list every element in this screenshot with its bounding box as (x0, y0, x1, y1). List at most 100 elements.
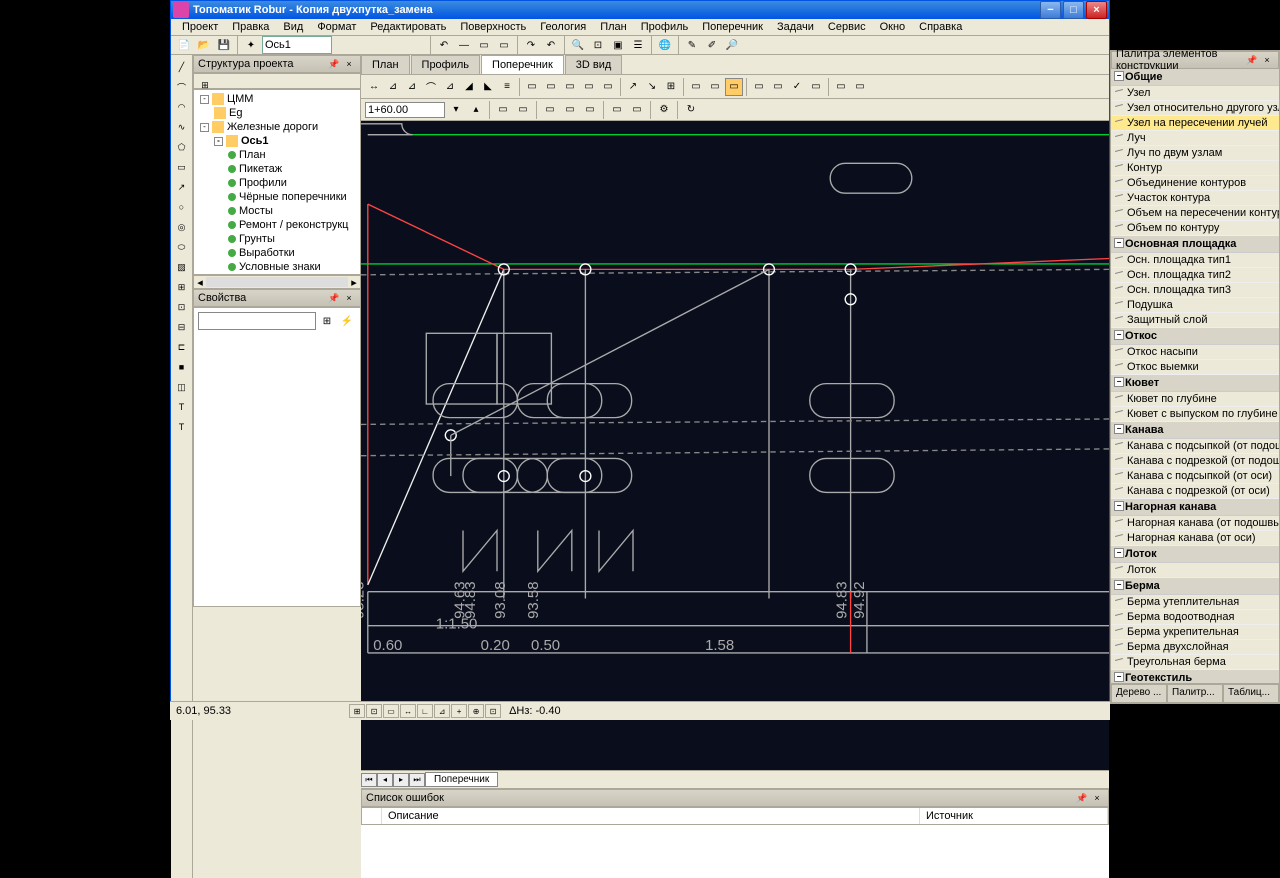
vtb4-icon[interactable]: ▭ (561, 101, 579, 119)
redo-icon[interactable]: ― (455, 36, 473, 54)
tree-node[interactable]: -ЦММ (196, 92, 358, 106)
menu-Формат[interactable]: Формат (310, 19, 363, 35)
edit-icon[interactable]: ✎ (683, 36, 701, 54)
tree-scrollbar[interactable]: ◂ ▸ (193, 275, 361, 289)
palette-group[interactable]: Откос (1111, 328, 1279, 345)
palette-item[interactable]: Канава с подрезкой (от подошвы) (1111, 454, 1279, 469)
tree-node[interactable]: Условные знаки (196, 260, 358, 274)
palette-item[interactable]: Берма двухслойная (1111, 640, 1279, 655)
palette-item[interactable]: Нагорная канава (от оси) (1111, 531, 1279, 546)
vt2-icon[interactable]: ⊿ (384, 78, 402, 96)
view-tab-Профиль[interactable]: Профиль (411, 55, 481, 74)
sb8-icon[interactable]: ⊕ (468, 704, 484, 718)
vt22-icon[interactable]: ✓ (788, 78, 806, 96)
sb3-icon[interactable]: ▭ (383, 704, 399, 718)
vt5-icon[interactable]: ⊿ (441, 78, 459, 96)
view-tab-Поперечник[interactable]: Поперечник (481, 55, 564, 74)
spline-icon[interactable]: ∿ (173, 118, 191, 136)
vt14-icon[interactable]: ↗ (624, 78, 642, 96)
pin-icon[interactable]: 📌 (327, 57, 341, 71)
palette-group[interactable]: Берма (1111, 578, 1279, 595)
vtb8-icon[interactable]: ⚙ (655, 101, 673, 119)
snap2-icon[interactable]: ⊡ (173, 298, 191, 316)
palette-item[interactable]: Кювет с выпуском по глубине (1111, 407, 1279, 422)
vtb5-icon[interactable]: ▭ (581, 101, 599, 119)
tree-node[interactable]: Пикетаж (196, 162, 358, 176)
vt12-icon[interactable]: ▭ (580, 78, 598, 96)
vtb1-icon[interactable]: ▭ (494, 101, 512, 119)
pin3-icon[interactable]: 📌 (1075, 791, 1089, 805)
tree-node[interactable]: -Ось1 (196, 134, 358, 148)
vt11-icon[interactable]: ▭ (561, 78, 579, 96)
palette-item[interactable]: Кювет по глубине (1111, 392, 1279, 407)
palette-item[interactable]: Объединение контуров (1111, 176, 1279, 191)
ellipse-icon[interactable]: ⬭ (173, 238, 191, 256)
path-icon[interactable]: ↗ (173, 178, 191, 196)
target-icon[interactable]: ◎ (173, 218, 191, 236)
titlebar[interactable]: Топоматик Robur - Копия двухпутка_замена… (171, 1, 1109, 19)
close-panel2-icon[interactable]: × (342, 291, 356, 305)
tree-node[interactable]: -Железные дороги (196, 120, 358, 134)
text-icon[interactable]: T (173, 398, 191, 416)
vt25-icon[interactable]: ▭ (851, 78, 869, 96)
vt4-icon[interactable]: ⌒ (422, 78, 440, 96)
close-panel3-icon[interactable]: × (1090, 791, 1104, 805)
palette-item[interactable]: Откос насыпи (1111, 345, 1279, 360)
sb2-icon[interactable]: ⊡ (366, 704, 382, 718)
palette-item[interactable]: Осн. площадка тип2 (1111, 268, 1279, 283)
menu-Задачи[interactable]: Задачи (770, 19, 821, 35)
palette-item[interactable]: Узел на пересечении лучей (1111, 116, 1279, 131)
pin4-icon[interactable]: 📌 (1245, 53, 1259, 67)
sb9-icon[interactable]: ⊡ (485, 704, 501, 718)
pk-drop-icon[interactable]: ▾ (447, 101, 465, 119)
pin2-icon[interactable]: 📌 (327, 291, 341, 305)
tree-node[interactable]: Мосты (196, 204, 358, 218)
vt23-icon[interactable]: ▭ (807, 78, 825, 96)
vtb3-icon[interactable]: ▭ (541, 101, 559, 119)
vt20-icon[interactable]: ▭ (750, 78, 768, 96)
menu-Проект[interactable]: Проект (175, 19, 225, 35)
edit2-icon[interactable]: ✐ (703, 36, 721, 54)
cross-section-canvas[interactable]: 95.23 94.63 94.83 93.08 93.58 94.83 94.9… (361, 121, 1109, 770)
zoom-icon[interactable]: 🔍 (569, 36, 587, 54)
vt16-icon[interactable]: ⊞ (662, 78, 680, 96)
mtext-icon[interactable]: T (173, 418, 191, 436)
close-panel4-icon[interactable]: × (1260, 53, 1274, 67)
vt7-icon[interactable]: ◣ (479, 78, 497, 96)
close-button[interactable]: × (1086, 1, 1107, 19)
vt15-icon[interactable]: ↘ (643, 78, 661, 96)
line-icon[interactable]: ╱ (173, 58, 191, 76)
tree-node[interactable]: Грунты (196, 232, 358, 246)
palette-item[interactable]: Объем по контуру (1111, 221, 1279, 236)
vtb7-icon[interactable]: ▭ (628, 101, 646, 119)
palette-group[interactable]: Основная площадка (1111, 236, 1279, 253)
palette-item[interactable]: Участок контура (1111, 191, 1279, 206)
palette-group[interactable]: Лоток (1111, 546, 1279, 563)
arc-icon[interactable]: ◠ (173, 98, 191, 116)
sb4-icon[interactable]: ↔ (400, 704, 416, 718)
vtb2-icon[interactable]: ▭ (514, 101, 532, 119)
vt1-icon[interactable]: ↔ (365, 78, 383, 96)
vt13-icon[interactable]: ▭ (599, 78, 617, 96)
vt8-icon[interactable]: ≡ (498, 78, 516, 96)
vtb9-icon[interactable]: ↻ (682, 101, 700, 119)
tree-node[interactable]: Профили (196, 176, 358, 190)
palette-group[interactable]: Кювет (1111, 375, 1279, 392)
palette-item[interactable]: Луч по двум узлам (1111, 146, 1279, 161)
rect-icon[interactable]: ▭ (173, 158, 191, 176)
pk-input[interactable] (365, 102, 445, 118)
save-icon[interactable]: 💾 (215, 36, 233, 54)
bottom-tab[interactable]: Поперечник (425, 772, 498, 787)
menu-Профиль[interactable]: Профиль (634, 19, 696, 35)
palette-item[interactable]: Осн. площадка тип1 (1111, 253, 1279, 268)
next-icon[interactable]: ▸ (393, 773, 409, 787)
view-tab-3D вид[interactable]: 3D вид (565, 55, 623, 74)
circle-icon[interactable]: ○ (173, 198, 191, 216)
dim-icon[interactable]: ⊏ (173, 338, 191, 356)
vt6-icon[interactable]: ◢ (460, 78, 478, 96)
zoomfit-icon[interactable]: ⊡ (589, 36, 607, 54)
menu-Правка[interactable]: Правка (225, 19, 276, 35)
palette-item[interactable]: Луч (1111, 131, 1279, 146)
palette-item[interactable]: Канава с подсыпкой (от оси) (1111, 469, 1279, 484)
menu-Поверхность[interactable]: Поверхность (453, 19, 533, 35)
